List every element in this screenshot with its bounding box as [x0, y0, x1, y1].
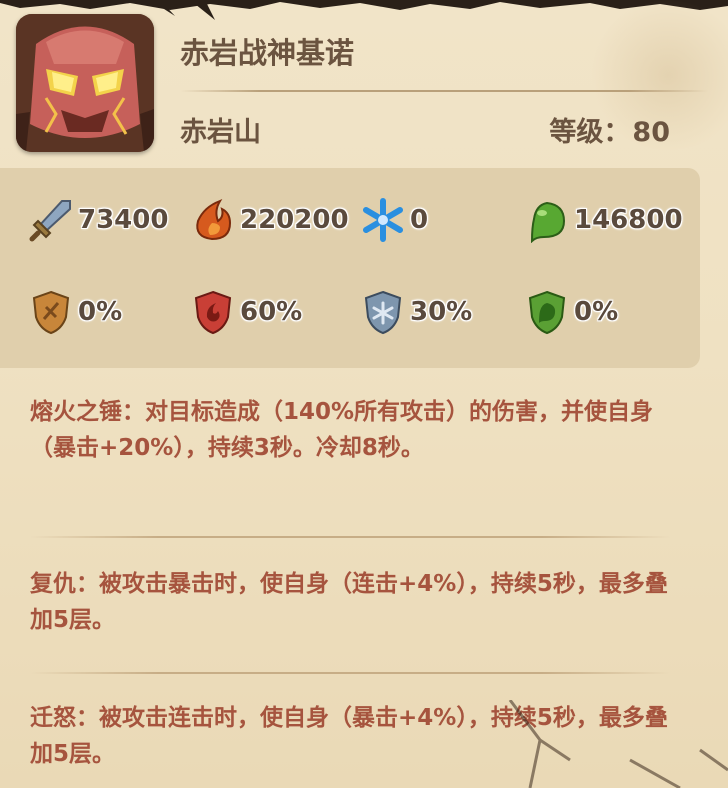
fire-shield-icon — [194, 290, 232, 335]
bronze-shield-icon — [32, 290, 70, 335]
stat-attack: 73400 — [28, 198, 168, 242]
hero-portrait[interactable] — [16, 14, 154, 152]
stat-fire: 220200 — [190, 198, 349, 242]
level-label: 等级： — [549, 117, 631, 148]
stat-attack-value: 73400 — [78, 205, 169, 235]
hero-level: 等级：80 — [549, 110, 670, 149]
ice-shield-icon — [364, 290, 402, 335]
stat-physical-resist: 0% — [28, 290, 123, 335]
stat-ice-value: 0 — [410, 205, 429, 235]
skill-divider-2 — [30, 672, 670, 674]
stat-ice-resist: 30% — [360, 290, 473, 335]
stat-ice-resist-value: 30% — [410, 297, 473, 327]
header-divider — [180, 90, 708, 92]
poison-shield-icon — [528, 290, 566, 335]
hero-location: 赤岩山 — [180, 117, 261, 148]
poison-drop-icon — [530, 201, 566, 243]
golem-face-icon — [16, 14, 154, 152]
stat-poison: 146800 — [524, 198, 683, 243]
skill-description-1: 熔火之锤：对目标造成（140%所有攻击）的伤害，并使自身（暴击+20%），持续3… — [30, 399, 654, 461]
skill-description-2: 复仇：被攻击暴击时，使自身（连击+4%），持续5秒，最多叠加5层。 — [30, 571, 668, 633]
level-value: 80 — [632, 117, 670, 148]
hero-name: 赤岩战神基诺 — [180, 36, 355, 70]
stat-fire-resist: 60% — [190, 290, 303, 335]
paper-crack-decoration — [508, 700, 728, 788]
snowflake-icon — [363, 198, 403, 242]
stat-ice: 0 — [360, 198, 428, 242]
stat-poison-resist: 0% — [524, 290, 619, 335]
fire-icon — [196, 199, 232, 241]
stat-fire-resist-value: 60% — [240, 297, 303, 327]
skill-divider-1 — [30, 536, 670, 538]
stat-physical-resist-value: 0% — [78, 297, 123, 327]
sword-icon — [29, 200, 71, 242]
stats-panel: 73400 220200 0 146800 0% 60% 30% 0% — [0, 168, 700, 368]
stat-poison-resist-value: 0% — [574, 297, 619, 327]
stat-poison-value: 146800 — [574, 205, 683, 235]
stat-fire-value: 220200 — [240, 205, 349, 235]
